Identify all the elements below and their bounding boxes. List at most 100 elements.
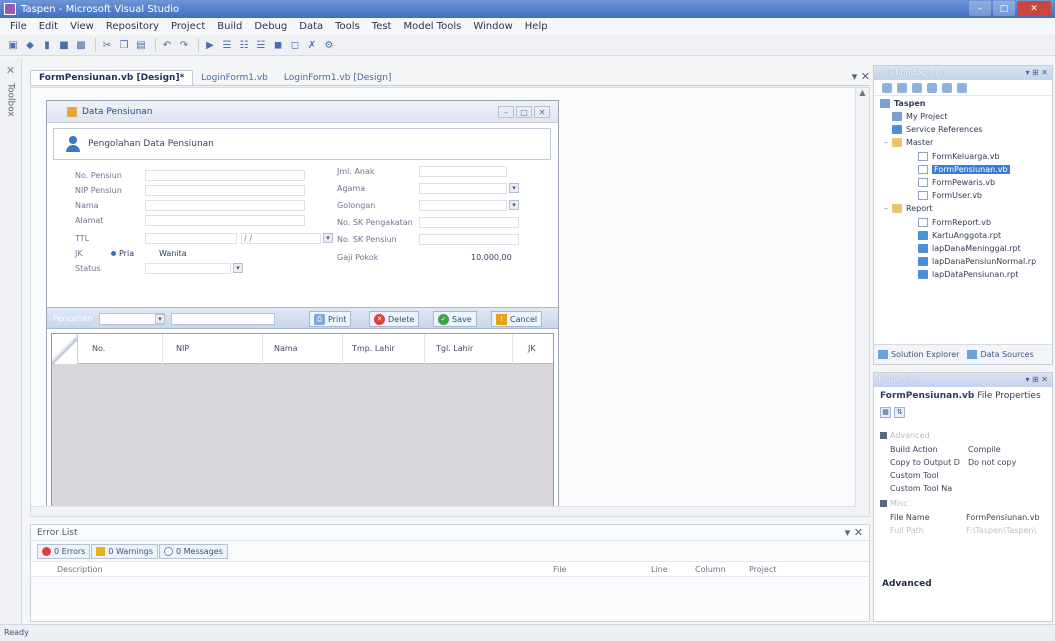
tree-file-lapdanapensiunnormal[interactable]: lapDanaPensiunNormal.rp (918, 257, 1036, 266)
column-header-jk[interactable]: JK (528, 344, 536, 353)
start-debug-icon[interactable]: ▶ (203, 38, 217, 52)
agama-combo[interactable] (419, 183, 507, 194)
collapse-icon[interactable]: – (884, 138, 888, 147)
class-diagram-icon[interactable] (957, 82, 967, 93)
save-all-icon[interactable]: ▩ (74, 38, 88, 52)
radio-pria-icon[interactable] (111, 251, 116, 256)
golongan-combo[interactable] (419, 200, 507, 211)
toolbox-close-icon[interactable]: ✕ (0, 64, 21, 77)
tree-folder-report[interactable]: Report (892, 204, 933, 213)
error-list-close-icon[interactable]: ▾ ✕ (845, 526, 863, 539)
bring-front-icon[interactable]: ◼ (271, 38, 285, 52)
menu-help[interactable]: Help (519, 21, 554, 32)
column-header-nama[interactable]: Nama (274, 344, 298, 353)
tree-file-formuser[interactable]: FormUser.vb (918, 191, 982, 200)
undo-icon[interactable]: ↶ (160, 38, 174, 52)
cancel-button[interactable]: ! Cancel (491, 311, 543, 327)
new-project-icon[interactable]: ▣ (6, 38, 20, 52)
view-designer-icon[interactable] (942, 82, 952, 93)
tab-loginform-design[interactable]: LoginForm1.vb [Design] (276, 71, 400, 85)
tree-file-lapdatapensiunan[interactable]: lapDataPensiunan.rpt (918, 270, 1018, 279)
status-dropdown-icon[interactable]: ▾ (233, 263, 243, 273)
redo-icon[interactable]: ↷ (177, 38, 191, 52)
menu-project[interactable]: Project (165, 21, 211, 32)
show-all-files-icon[interactable] (897, 82, 907, 93)
menu-view[interactable]: View (64, 21, 100, 32)
menu-test[interactable]: Test (366, 21, 398, 32)
tree-file-formkeluarga[interactable]: FormKeluarga.vb (918, 152, 1000, 161)
copy-icon[interactable]: ❐ (117, 38, 131, 52)
tree-folder-master[interactable]: Master (892, 138, 933, 147)
tanggal-lahir-picker[interactable]: / / (241, 233, 321, 244)
view-code-icon[interactable] (927, 82, 937, 93)
column-column[interactable]: Column (695, 565, 726, 574)
tab-solution-explorer[interactable]: Solution Explorer (874, 350, 963, 359)
send-back-icon[interactable]: ◻ (288, 38, 302, 52)
column-description[interactable]: Description (57, 565, 103, 574)
menu-model-tools[interactable]: Model Tools (397, 21, 467, 32)
column-project[interactable]: Project (749, 565, 776, 574)
tempat-lahir-input[interactable] (145, 233, 237, 244)
tree-file-formpewaris[interactable]: FormPewaris.vb (918, 178, 995, 187)
warnings-filter-button[interactable]: 0 Warnings (91, 543, 159, 559)
refresh-icon[interactable] (912, 82, 922, 93)
menu-debug[interactable]: Debug (248, 21, 293, 32)
agama-dropdown-icon[interactable]: ▾ (509, 183, 519, 193)
form-designer[interactable]: Data Pensiunan – □ ✕ Pengolahan Data Pen… (46, 100, 559, 510)
tree-file-kartuanggota[interactable]: KartuAnggota.rpt (918, 231, 1001, 240)
column-header-no[interactable]: No. (92, 344, 105, 353)
tanggal-lahir-dropdown-icon[interactable]: ▾ (323, 233, 333, 243)
add-item-icon[interactable]: ◆ (23, 38, 37, 52)
tree-project[interactable]: Taspen (880, 99, 925, 108)
delete-button[interactable]: ✕ Delete (369, 311, 420, 327)
save-button[interactable]: ✓ Save (433, 311, 477, 327)
delete-icon[interactable]: ✗ (305, 38, 319, 52)
print-button[interactable]: ⎙ Print (309, 311, 352, 327)
menu-repository[interactable]: Repository (100, 21, 165, 32)
search-field-dropdown-icon[interactable]: ▾ (155, 314, 165, 324)
menu-build[interactable]: Build (211, 21, 248, 32)
properties-icon[interactable]: ⚙ (322, 38, 336, 52)
column-header-nip[interactable]: NIP (176, 344, 189, 353)
nama-input[interactable] (145, 200, 305, 211)
design-vertical-scrollbar[interactable]: ▲ (855, 88, 869, 516)
close-icon[interactable]: ✕ (1017, 1, 1051, 16)
tree-service-references[interactable]: Service References (892, 125, 983, 134)
open-file-icon[interactable]: ▮ (40, 38, 54, 52)
menu-tools[interactable]: Tools (329, 21, 366, 32)
tree-file-formpensiunan[interactable]: FormPensiunan.vb (918, 165, 1010, 174)
category-advanced[interactable]: Advanced (880, 431, 930, 440)
maximize-icon[interactable]: □ (993, 1, 1015, 16)
align-center-icon[interactable]: ☷ (237, 38, 251, 52)
document-close-icon[interactable]: ▾ ✕ (852, 70, 870, 83)
tree-file-formreport[interactable]: FormReport.vb (918, 218, 991, 227)
no-sk-pensiun-input[interactable] (419, 234, 519, 245)
golongan-dropdown-icon[interactable]: ▾ (509, 200, 519, 210)
prop-full-path-value[interactable]: F:\Taspen\Taspen\ (966, 526, 1036, 535)
properties-icon[interactable] (882, 82, 892, 93)
paste-icon[interactable]: ▤ (134, 38, 148, 52)
tab-loginform-code[interactable]: LoginForm1.vb (193, 71, 276, 85)
status-combo[interactable] (145, 263, 231, 274)
save-icon[interactable]: ■ (57, 38, 71, 52)
menu-window[interactable]: Window (467, 21, 518, 32)
pin-icon[interactable]: ▾ ⊞ ✕ (1025, 373, 1048, 387)
no-pensiun-input[interactable] (145, 170, 305, 181)
form-close-icon[interactable]: ✕ (534, 106, 550, 118)
messages-filter-button[interactable]: 0 Messages (159, 543, 228, 559)
column-file[interactable]: File (553, 565, 566, 574)
pin-icon[interactable]: ▾ ⊞ ✕ (1025, 66, 1048, 80)
column-header-tgl-lahir[interactable]: Tgl. Lahir (436, 344, 473, 353)
form-maximize-icon[interactable]: □ (516, 106, 532, 118)
jml-anak-input[interactable] (419, 166, 507, 177)
toolbox-tab[interactable]: Toolbox (6, 83, 16, 117)
radio-wanita-label[interactable]: Wanita (159, 249, 187, 258)
collapse-icon[interactable]: – (884, 204, 888, 213)
no-sk-pengakatan-input[interactable] (419, 217, 519, 228)
tree-my-project[interactable]: My Project (892, 112, 948, 121)
align-left-icon[interactable]: ☰ (220, 38, 234, 52)
alphabetical-icon[interactable]: ⇅ (894, 406, 905, 418)
tab-data-sources[interactable]: Data Sources (963, 350, 1037, 359)
prop-copy-output-value[interactable]: Do not copy (968, 458, 1016, 467)
menu-data[interactable]: Data (293, 21, 329, 32)
